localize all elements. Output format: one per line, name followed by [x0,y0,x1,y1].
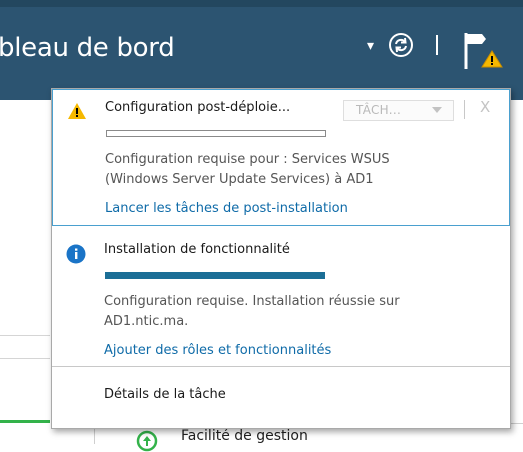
notification-title: Installation de fonctionnalité [104,242,290,257]
background-left-panel [0,100,50,444]
add-roles-features-link[interactable]: Ajouter des rôles et fonctionnalités [104,343,331,358]
info-icon [66,244,86,264]
status-green-indicator [0,420,50,423]
background-item-facilite[interactable]: Facilité de gestion [181,428,308,444]
chevron-down-icon [432,107,442,113]
description-line: AD1.ntic.ma. [104,314,189,329]
dashboard-header: bleau de bord ▾ [0,0,523,100]
warning-icon [68,103,86,119]
background-divider [0,358,50,359]
notification-item-feature-install[interactable]: Installation de fonctionnalité Configura… [52,226,510,366]
post-install-tasks-link[interactable]: Lancer les tâches de post-installation [105,201,348,216]
notification-item-post-deployment[interactable]: Configuration post-déploie... TÂCH... X … [52,89,510,226]
close-notification-button[interactable]: X [480,98,490,116]
description-line: Configuration requise pour : Services WS… [105,152,390,167]
refresh-icon[interactable] [388,32,414,58]
task-details-link[interactable]: Détails de la tâche [104,387,226,402]
arrow-up-circle-icon [136,430,158,452]
notifications-popup: Configuration post-déploie... TÂCH... X … [51,88,511,429]
dropdown-arrow-icon[interactable]: ▾ [367,38,374,54]
description-line: Configuration requise. Installation réus… [104,294,400,309]
task-dropdown-label: TÂCH... [356,103,402,117]
progress-bar [105,272,325,279]
notification-description: Configuration requise pour : Services WS… [105,150,405,190]
background-divider [0,335,50,336]
notification-description: Configuration requise. Installation réus… [104,292,404,332]
page-title: bleau de bord [0,33,175,63]
header-separator [436,35,438,55]
header-top-strip [0,0,523,7]
progress-fill [106,273,324,278]
popup-divider [52,366,510,367]
notification-flag-warning-icon[interactable] [460,27,504,75]
toolbar-separator [464,100,465,119]
description-line: (Windows Server Update Services) à AD1 [105,172,374,187]
notification-title: Configuration post-déploie... [105,100,291,115]
progress-bar [106,130,326,137]
task-dropdown[interactable]: TÂCH... [343,100,454,121]
